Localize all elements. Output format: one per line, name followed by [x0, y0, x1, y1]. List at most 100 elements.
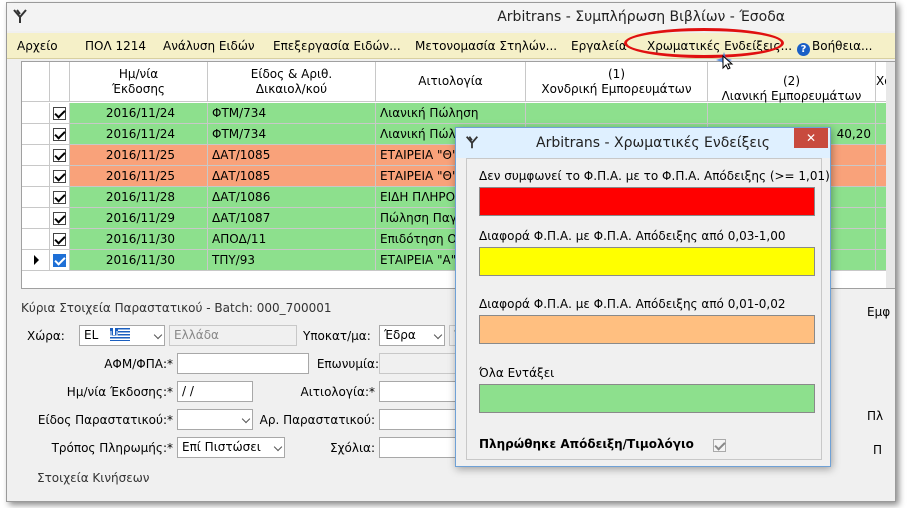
row-check-cell [50, 250, 70, 270]
menu-rename-columns[interactable]: Μετονομασία Στηλών... [415, 39, 557, 53]
chevron-down-icon [273, 442, 283, 452]
row-checkbox[interactable] [53, 170, 66, 183]
paid-receipt-label: Πληρώθηκε Απόδειξη/Τιμολόγιο [479, 437, 694, 451]
branch-value: Έδρα [384, 328, 416, 342]
dialog-title: Arbitrans - Χρωματικές Ενδείξεις [536, 135, 770, 151]
indicator-label-orange: Διαφορά Φ.Π.Α. με Φ.Π.Α. Απόδειξης από 0… [479, 297, 786, 311]
country-name-field: Ελλάδα [169, 325, 297, 346]
section-title: Κύρια Στοιχεία Παραστατικού - Batch: 000… [21, 301, 332, 315]
branch-label: Υποκατ/μα: [303, 329, 371, 343]
row-selector[interactable] [22, 187, 50, 207]
movements-section-title: Στοιχεία Κινήσεων [37, 471, 150, 485]
cell-reason[interactable]: Λιανική Πώληση [376, 103, 526, 123]
cursor-pointer-icon [716, 52, 734, 70]
cell-date[interactable]: 2016/11/25 [70, 166, 208, 186]
row-check-cell [50, 187, 70, 207]
row-checkbox[interactable] [53, 128, 66, 141]
branch-select[interactable]: Έδρα [379, 325, 445, 346]
grid-header-date[interactable]: Ημ/νία Έκδοσης [70, 62, 208, 102]
menu-help[interactable]: ? Βοήθεια... [797, 39, 872, 56]
dialog-body: Δεν συμφωνεί το Φ.Π.Α. με το Φ.Π.Α. Απόδ… [466, 158, 830, 460]
indicator-swatch-orange[interactable] [479, 315, 815, 344]
row-checkbox[interactable] [53, 254, 66, 267]
cell-doc[interactable]: ΔΑΤ/1085 [208, 145, 376, 165]
row-selector[interactable] [22, 250, 50, 270]
dialog-close-button[interactable]: ✕ [794, 128, 828, 148]
cell-doc[interactable]: ΦΤΜ/734 [208, 103, 376, 123]
row-selector[interactable] [22, 103, 50, 123]
row-selector[interactable] [22, 166, 50, 186]
indicator-label-green: Όλα Εντάξει [479, 366, 555, 380]
country-select[interactable]: EL [79, 325, 165, 346]
doc-type-label: Είδος Παραστατικού:* [37, 413, 173, 427]
cell-date[interactable]: 2016/11/25 [70, 145, 208, 165]
title-bar: Arbitrans - Συμπλήρωση Βιβλίων - Έσοδα [7, 3, 895, 31]
row-checkbox[interactable] [53, 212, 66, 225]
row-checkbox[interactable] [53, 149, 66, 162]
right-panel-label-middle: Πλ [867, 409, 884, 423]
reason-input[interactable] [379, 381, 461, 402]
doc-number-label: Αρ. Παραστατικού: [259, 413, 375, 427]
grid-header-reason[interactable]: Αιτιολογία [376, 62, 526, 102]
indicator-swatch-red[interactable] [479, 187, 815, 216]
row-checkbox[interactable] [53, 107, 66, 120]
row-selector[interactable] [22, 145, 50, 165]
cell-wholesale[interactable] [526, 103, 708, 123]
dialog-title-bar: Arbitrans - Χρωματικές Ενδείξεις ✕ [456, 128, 830, 158]
grid-header-wholesale[interactable]: (1) Χονδρική Εμπορευμάτων [526, 62, 708, 102]
grid-header-document[interactable]: Είδος & Αριθ. Δικαιολ/κού [208, 62, 376, 102]
chevron-down-icon [433, 330, 443, 340]
cell-doc[interactable]: ΑΠΟΔ/11 [208, 229, 376, 249]
comments-input[interactable] [379, 437, 461, 458]
grid-header-select [22, 62, 50, 102]
cell-date[interactable]: 2016/11/29 [70, 208, 208, 228]
indicator-swatch-green[interactable] [479, 384, 815, 413]
indicator-swatch-yellow[interactable] [479, 247, 815, 276]
row-selector[interactable] [22, 208, 50, 228]
cell-date[interactable]: 2016/11/30 [70, 250, 208, 270]
menu-help-label: Βοήθεια... [812, 39, 873, 53]
doc-number-input[interactable] [379, 409, 461, 430]
greece-flag-icon [110, 328, 131, 341]
row-check-cell [50, 124, 70, 144]
indicator-label-yellow: Διαφορά Φ.Π.Α. με Φ.Π.Α. Απόδειξης από 0… [479, 229, 786, 243]
window-title: Arbitrans - Συμπλήρωση Βιβλίων - Έσοδα [497, 9, 785, 25]
menu-item-analysis[interactable]: Ανάλυση Ειδών [163, 39, 255, 53]
close-icon: ✕ [805, 131, 817, 145]
payment-method-label: Τρόπος Πληρωμής:* [51, 441, 173, 455]
row-check-cell [50, 229, 70, 249]
cell-date[interactable]: 2016/11/30 [70, 229, 208, 249]
row-selector[interactable] [22, 124, 50, 144]
menu-file[interactable]: Αρχείο [17, 39, 58, 53]
menu-tools[interactable]: Εργαλεία [571, 39, 627, 53]
name-input[interactable] [379, 353, 461, 374]
menu-pol-1214[interactable]: ΠΟΛ 1214 [85, 39, 146, 53]
issue-date-label: Ημ/νία Έκδοσης:* [66, 385, 173, 399]
row-checkbox[interactable] [53, 233, 66, 246]
cell-doc[interactable]: ΔΑΤ/1086 [208, 187, 376, 207]
issue-date-input[interactable]: / / [177, 381, 253, 402]
country-code: EL [84, 328, 99, 342]
cell-doc[interactable]: ΤΠΥ/93 [208, 250, 376, 270]
menu-edit-items[interactable]: Επεξεργασία Ειδών... [273, 39, 401, 53]
afm-input[interactable] [177, 353, 309, 374]
cell-date[interactable]: 2016/11/28 [70, 187, 208, 207]
row-checkbox[interactable] [53, 191, 66, 204]
cell-date[interactable]: 2016/11/24 [70, 124, 208, 144]
payment-method-select[interactable]: Επί Πιστώσει [177, 437, 285, 458]
paid-receipt-checkbox[interactable] [713, 439, 726, 452]
grid-vertical-scrollbar[interactable] [886, 62, 895, 288]
table-row[interactable]: 2016/11/24 ΦΤΜ/734 Λιανική Πώληση [22, 103, 895, 124]
right-panel-label-top: Εμφ [867, 305, 891, 319]
help-icon: ? [797, 43, 810, 56]
cell-doc[interactable]: ΦΤΜ/734 [208, 124, 376, 144]
cell-date[interactable]: 2016/11/24 [70, 103, 208, 123]
cell-doc[interactable]: ΔΑΤ/1085 [208, 166, 376, 186]
country-label: Χώρα: [27, 329, 65, 343]
name-label: Επωνυμία: [316, 357, 379, 371]
row-selector[interactable] [22, 229, 50, 249]
cell-doc[interactable]: ΔΑΤ/1087 [208, 208, 376, 228]
cell-extra[interactable] [708, 103, 876, 123]
payment-method-value: Επί Πιστώσει [182, 440, 261, 454]
doc-type-select[interactable] [177, 409, 253, 430]
